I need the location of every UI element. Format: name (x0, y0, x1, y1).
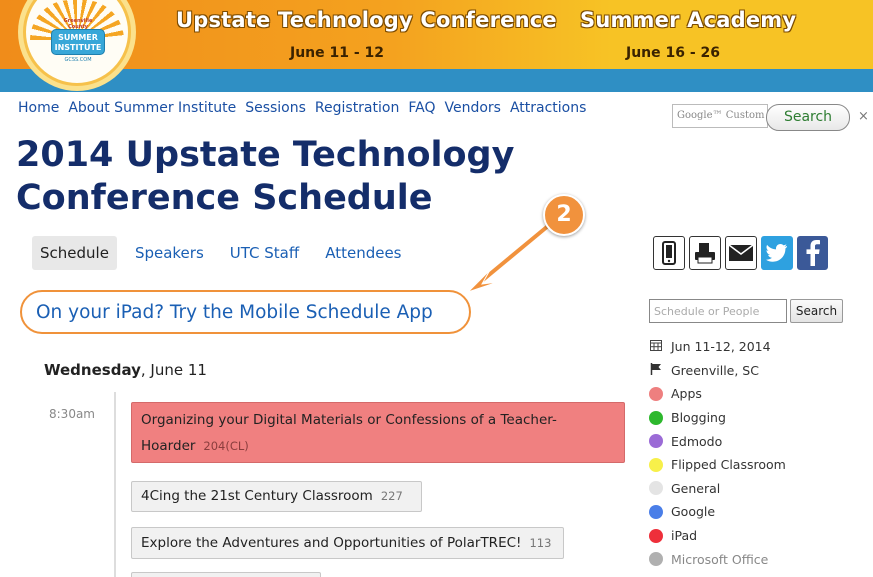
timeline-line (114, 392, 116, 577)
category-color-dot (649, 386, 663, 401)
session-room: 227 (380, 489, 403, 503)
page: { "banner": { "logo_top_text": "Greenvil… (0, 0, 873, 577)
session-room: 204(CL) (203, 439, 249, 453)
session-event[interactable]: Organizing your Digital Materials or Con… (131, 402, 625, 463)
day-date: , June 11 (140, 361, 207, 379)
category-item[interactable]: Google (649, 500, 786, 524)
session-event[interactable]: Explore the Adventures and Opportunities… (131, 527, 564, 559)
session-event[interactable]: 4Cing the 21st Century Classroom 227 (131, 481, 422, 512)
category-item[interactable]: Microsoft Office (649, 547, 786, 571)
category-color-dot (649, 481, 663, 496)
category-color-dot (649, 434, 663, 449)
category-item[interactable]: Edmodo (649, 429, 786, 453)
session-title: 4Cing the 21st Century Classroom (141, 488, 373, 504)
category-color-dot (649, 528, 663, 543)
event-location-text: Greenville, SC (671, 362, 759, 378)
session-title: Explore the Adventures and Opportunities… (141, 535, 522, 551)
category-item[interactable]: iPad (649, 524, 786, 548)
schedule-search-placeholder: Schedule or People (654, 305, 760, 318)
mobile-app-promo[interactable]: On your iPad? Try the Mobile Schedule Ap… (20, 290, 471, 334)
schedule-search-input[interactable]: Schedule or People (649, 299, 787, 323)
callout-step-badge: 2 (543, 194, 585, 236)
category-color-dot (649, 552, 663, 567)
session-title-line2: Hoarder (141, 438, 196, 454)
event-date: Jun 11-12, 2014 (649, 335, 786, 359)
category-label: Google (671, 504, 716, 520)
category-label: Blogging (671, 410, 726, 426)
event-location: Greenville, SC (649, 359, 786, 383)
category-list: Apps Blogging Edmodo Flipped Classroom Gener… (649, 382, 786, 571)
category-color-dot (649, 504, 663, 519)
category-label: Microsoft Office (671, 551, 769, 567)
calendar-icon (649, 339, 663, 354)
flag-icon (649, 362, 663, 378)
category-item[interactable]: General (649, 477, 786, 501)
category-label: Edmodo (671, 433, 723, 449)
category-color-dot (649, 457, 663, 472)
event-date-text: Jun 11-12, 2014 (671, 339, 771, 355)
session-title-line1: Organizing your Digital Materials or Con… (141, 412, 557, 428)
category-label: iPad (671, 528, 698, 544)
category-item[interactable]: Flipped Classroom (649, 453, 786, 477)
mobile-app-promo-link[interactable]: On your iPad? Try the Mobile Schedule Ap… (36, 302, 433, 323)
day-header: Wednesday, June 11 (44, 361, 207, 379)
schedule-search-button[interactable]: Search (790, 299, 843, 323)
category-label: General (671, 480, 721, 496)
category-item[interactable]: Apps (649, 382, 786, 406)
sidebar-info: Jun 11-12, 2014 Greenville, SC Apps Blogg… (649, 335, 786, 571)
session-event[interactable] (131, 572, 321, 577)
day-name: Wednesday (44, 361, 141, 379)
category-label: Flipped Classroom (671, 457, 786, 473)
category-label: Apps (671, 386, 702, 402)
session-room: 113 (529, 536, 552, 550)
category-color-dot (649, 410, 663, 425)
category-item[interactable]: Blogging (649, 406, 786, 430)
time-slot-label: 8:30am (49, 407, 95, 421)
